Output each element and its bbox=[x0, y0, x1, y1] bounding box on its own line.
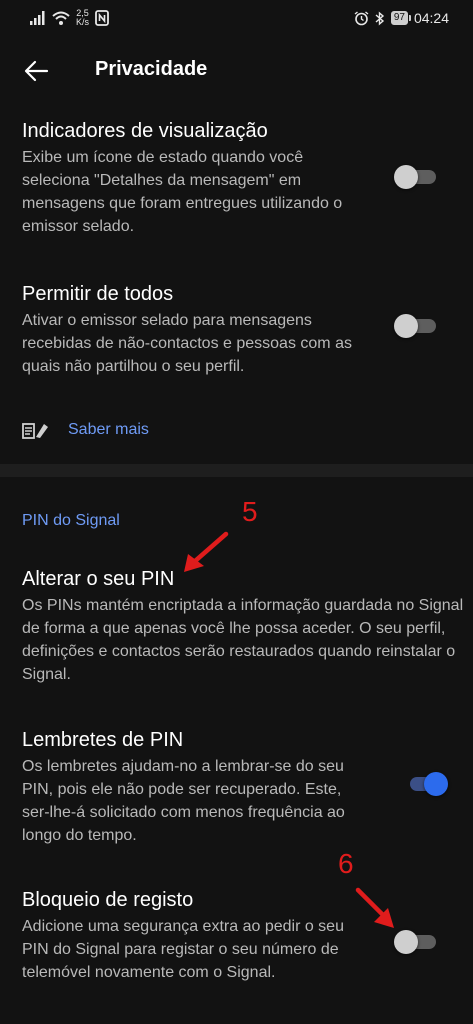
status-right: 97 04:24 bbox=[354, 7, 449, 29]
network-speed-unit: K/s bbox=[76, 17, 90, 27]
network-speed: 2,5 K/s bbox=[76, 9, 89, 27]
toggle-thumb bbox=[394, 314, 418, 338]
annotation-arrow-5 bbox=[184, 531, 229, 572]
setting-description: Os PINs mantém encriptada a informação g… bbox=[22, 597, 464, 683]
setting-description: Os lembretes ajudam-no a lembrar-se do s… bbox=[22, 758, 345, 844]
app-bar: Privacidade bbox=[0, 42, 473, 100]
status-bar: 2,5 K/s 97 04:24 bbox=[0, 0, 473, 36]
signal-icon bbox=[30, 11, 45, 25]
wifi-icon bbox=[52, 11, 70, 25]
page-title: Privacidade bbox=[95, 58, 208, 80]
setting-title: Alterar o seu PIN bbox=[22, 568, 175, 590]
nfc-icon bbox=[95, 10, 109, 26]
annotation-number-5: 5 bbox=[242, 496, 258, 527]
clock: 04:24 bbox=[413, 10, 449, 26]
annotation-number-6: 6 bbox=[338, 848, 354, 879]
learn-more-link[interactable]: Saber mais bbox=[22, 418, 149, 444]
learn-more-label: Saber mais bbox=[68, 421, 149, 438]
view-indicators-toggle[interactable] bbox=[394, 165, 438, 189]
toggle-thumb bbox=[394, 165, 418, 189]
sealed-sender-icon bbox=[22, 423, 48, 439]
setting-title: Permitir de todos bbox=[22, 283, 174, 305]
pin-reminders-toggle[interactable] bbox=[404, 772, 448, 796]
setting-change-pin[interactable]: Alterar o seu PIN Os PINs mantém encript… bbox=[22, 566, 472, 686]
alarm-icon bbox=[354, 10, 369, 25]
setting-description: Adicione uma segurança extra ao pedir o … bbox=[22, 918, 344, 981]
back-button[interactable] bbox=[22, 56, 52, 86]
setting-title: Lembretes de PIN bbox=[22, 729, 184, 751]
status-left: 2,5 K/s bbox=[30, 7, 109, 29]
section-divider bbox=[0, 464, 473, 477]
toggle-thumb bbox=[394, 930, 418, 954]
registration-lock-toggle[interactable] bbox=[394, 930, 438, 954]
arrow-left-icon bbox=[24, 60, 49, 82]
setting-pin-reminders[interactable]: Lembretes de PIN Os lembretes ajudam-no … bbox=[22, 727, 462, 847]
bluetooth-icon bbox=[375, 10, 384, 26]
annotation-arrow-6 bbox=[355, 887, 394, 928]
allow-all-toggle[interactable] bbox=[394, 314, 438, 338]
section-header-pin: PIN do Signal bbox=[22, 512, 120, 529]
setting-description: Ativar o emissor selado para mensagens r… bbox=[22, 312, 352, 375]
battery-icon: 97 bbox=[390, 11, 412, 25]
setting-description: Exibe um ícone de estado quando você sel… bbox=[22, 149, 343, 235]
toggle-thumb bbox=[424, 772, 448, 796]
setting-title: Indicadores de visualização bbox=[22, 120, 268, 142]
